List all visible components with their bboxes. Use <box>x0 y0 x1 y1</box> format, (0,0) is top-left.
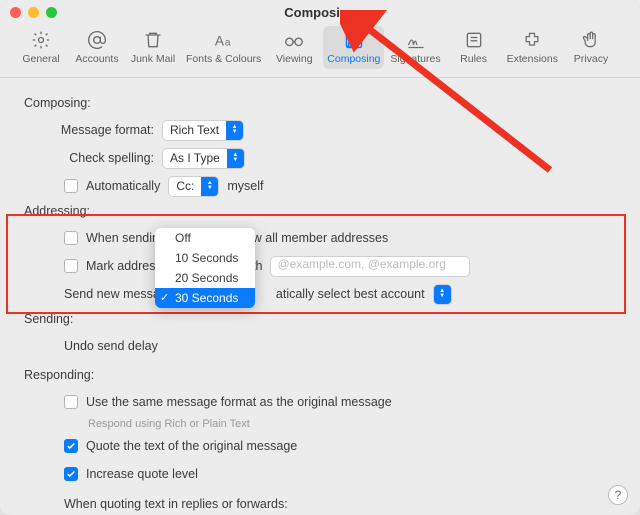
sending-heading: Sending: <box>24 312 616 326</box>
tab-fonts-colours[interactable]: Aa Fonts & Colours <box>182 26 265 69</box>
dropdown-option-selected[interactable]: 30 Seconds <box>155 288 255 308</box>
send-from-label-partial: Send new messa <box>64 287 160 301</box>
signature-icon <box>405 29 427 51</box>
mark-addresses-checkbox[interactable] <box>64 259 78 273</box>
font-icon: Aa <box>213 29 235 51</box>
myself-label: myself <box>227 179 263 193</box>
puzzle-icon <box>521 29 543 51</box>
gear-icon <box>30 29 52 51</box>
mark-addresses-input[interactable]: @example.com, @example.org <box>270 256 470 277</box>
responding-heading: Responding: <box>24 368 616 382</box>
preferences-toolbar: General Accounts Junk Mail Aa Fonts & Co… <box>0 24 640 78</box>
same-format-label: Use the same message format as the origi… <box>86 395 392 409</box>
message-format-label: Message format: <box>24 123 154 137</box>
minimize-window-button[interactable] <box>28 7 39 18</box>
tab-composing[interactable]: Composing <box>323 26 384 69</box>
tab-privacy[interactable]: Privacy <box>564 26 618 69</box>
when-quoting-label: When quoting text in replies or forwards… <box>64 497 288 511</box>
automatically-label: Automatically <box>86 179 160 193</box>
glasses-icon <box>283 29 305 51</box>
same-format-checkbox[interactable] <box>64 395 78 409</box>
quote-text-label: Quote the text of the original message <box>86 439 297 453</box>
chevron-updown-icon: ▲▼ <box>201 177 218 196</box>
trash-icon <box>142 29 164 51</box>
cc-bcc-select[interactable]: Cc:▲▼ <box>168 176 219 197</box>
dropdown-option[interactable]: Off <box>155 228 255 248</box>
dropdown-option[interactable]: 10 Seconds <box>155 248 255 268</box>
window-title: Composing <box>0 5 640 20</box>
check-spelling-label: Check spelling: <box>24 151 154 165</box>
tab-rules[interactable]: Rules <box>447 26 501 69</box>
close-window-button[interactable] <box>10 7 21 18</box>
send-from-suffix: atically select best account <box>276 287 425 301</box>
compose-icon <box>343 29 365 51</box>
zoom-window-button[interactable] <box>46 7 57 18</box>
rules-icon <box>463 29 485 51</box>
chevron-updown-icon: ▲▼ <box>226 121 243 140</box>
chevron-updown-icon: ▲▼ <box>227 149 244 168</box>
increase-quote-label: Increase quote level <box>86 467 198 481</box>
preferences-window: Composing General Accounts Junk Mail Aa … <box>0 0 640 515</box>
quote-text-checkbox[interactable] <box>64 439 78 453</box>
tab-general[interactable]: General <box>14 26 68 69</box>
chevron-updown-icon: ▲▼ <box>434 285 451 304</box>
at-sign-icon <box>86 29 108 51</box>
composing-heading: Composing: <box>24 96 616 110</box>
undo-send-delay-label: Undo send delay <box>64 339 158 353</box>
check-spelling-select[interactable]: As I Type▲▼ <box>162 148 245 169</box>
svg-text:a: a <box>225 38 231 49</box>
send-from-select[interactable]: ▲▼ <box>433 284 452 305</box>
help-button[interactable]: ? <box>608 485 628 505</box>
undo-send-delay-dropdown[interactable]: Off 10 Seconds 20 Seconds 30 Seconds <box>155 228 255 308</box>
automatically-cc-checkbox[interactable] <box>64 179 78 193</box>
svg-text:A: A <box>214 34 224 49</box>
traffic-lights <box>10 7 57 18</box>
same-format-hint: Respond using Rich or Plain Text <box>88 418 616 430</box>
titlebar: Composing <box>0 0 640 24</box>
message-format-select[interactable]: Rich Text▲▼ <box>162 120 244 141</box>
tab-signatures[interactable]: Signatures <box>386 26 444 69</box>
dropdown-option[interactable]: 20 Seconds <box>155 268 255 288</box>
tab-junk-mail[interactable]: Junk Mail <box>126 26 180 69</box>
hand-icon <box>580 29 602 51</box>
tab-viewing[interactable]: Viewing <box>267 26 321 69</box>
tab-extensions[interactable]: Extensions <box>503 26 562 69</box>
content-pane: Composing: Message format: Rich Text▲▼ C… <box>0 78 640 515</box>
increase-quote-checkbox[interactable] <box>64 467 78 481</box>
group-addresses-checkbox[interactable] <box>64 231 78 245</box>
addressing-heading: Addressing: <box>24 204 616 218</box>
tab-accounts[interactable]: Accounts <box>70 26 124 69</box>
